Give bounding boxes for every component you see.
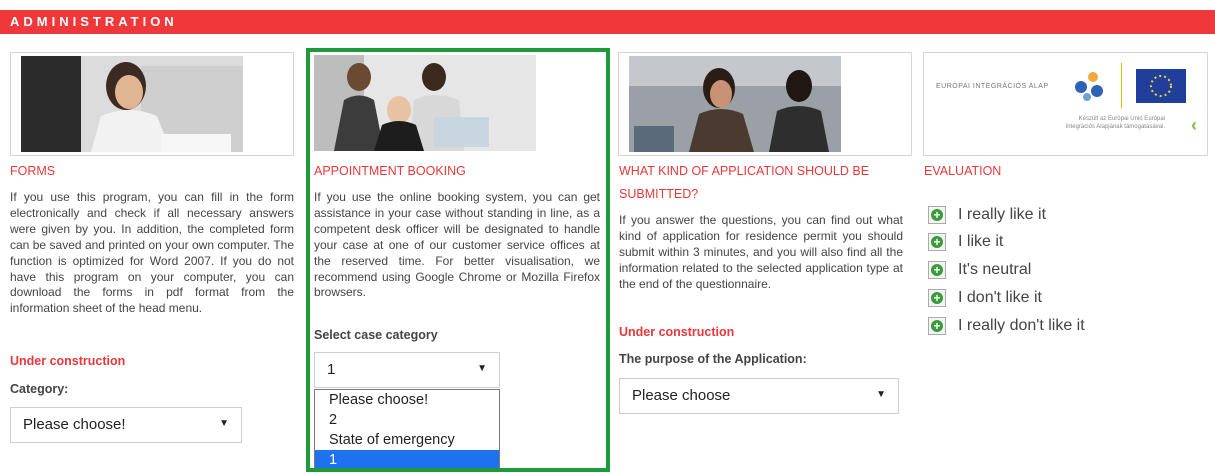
- purpose-select-value: Please choose: [632, 387, 731, 404]
- application-photo: [629, 56, 841, 152]
- booking-highlight-frame: [306, 48, 610, 472]
- application-image-box: [618, 52, 912, 156]
- chevron-down-icon: ▼: [876, 389, 886, 400]
- eu-logo-subtext: Készült az Európai Unió Európai Integrác…: [1066, 115, 1165, 131]
- eval-option-label: I like it: [958, 233, 1004, 250]
- forms-photo: [21, 56, 243, 152]
- application-heading: WHAT KIND OF APPLICATION SHOULD BE SUBMI…: [619, 160, 869, 206]
- category-select-value: Please choose!: [23, 416, 126, 433]
- category-select[interactable]: Please choose! ▼: [10, 407, 242, 443]
- purpose-label: The purpose of the Application:: [619, 352, 807, 366]
- plus-icon[interactable]: +: [928, 289, 946, 307]
- forms-heading: FORMS: [10, 164, 56, 178]
- eval-option-label: I really don't like it: [958, 317, 1085, 334]
- eval-option-label: It's neutral: [958, 261, 1032, 278]
- eval-option-like[interactable]: + I like it: [928, 232, 1003, 252]
- logo-divider: [1121, 63, 1122, 108]
- plus-icon[interactable]: +: [928, 206, 946, 224]
- forms-image-box: [10, 52, 294, 156]
- forms-description: If you use this program, you can fill in…: [10, 190, 294, 316]
- eval-option-really-dont-like[interactable]: + I really don't like it: [928, 316, 1085, 336]
- application-under-construction: Under construction: [619, 325, 735, 339]
- eu-logo-subtext-2: Integrációs Alapjának támogatásával.: [1065, 124, 1165, 130]
- forms-column: [10, 52, 294, 156]
- application-heading-line1: WHAT KIND OF APPLICATION SHOULD BE: [619, 164, 870, 178]
- application-heading-line2: SUBMITTED?: [619, 187, 699, 201]
- application-column: [618, 52, 912, 156]
- forms-under-construction: Under construction: [10, 354, 126, 368]
- evaluation-heading: EVALUATION: [924, 164, 1002, 178]
- eval-option-dont-like[interactable]: + I don't like it: [928, 288, 1042, 308]
- eu-logo-subtext-1: Készült az Európai Unió Európai: [1078, 116, 1165, 122]
- eu-flag-icon: [1136, 69, 1186, 103]
- purpose-select[interactable]: Please choose ▼: [619, 378, 899, 414]
- eval-option-label: I really like it: [958, 206, 1047, 223]
- eval-option-label: I don't like it: [958, 289, 1042, 306]
- integration-fund-logo: [1075, 72, 1103, 101]
- evaluation-column: EURÓPAI INTEGRÁCIÓS ALAP Készült az Euró…: [923, 52, 1208, 156]
- eval-option-neutral[interactable]: + It's neutral: [928, 260, 1031, 280]
- plus-icon[interactable]: +: [928, 317, 946, 335]
- eu-logo-text: EURÓPAI INTEGRÁCIÓS ALAP: [936, 83, 1049, 90]
- plus-icon[interactable]: +: [928, 261, 946, 279]
- eval-option-really-like[interactable]: + I really like it: [928, 205, 1046, 225]
- application-description: If you answer the questions, you can fin…: [619, 213, 903, 291]
- plus-icon[interactable]: +: [928, 233, 946, 251]
- chevron-down-icon: ▼: [219, 418, 229, 429]
- header-title: ADMINISTRATION: [10, 14, 178, 29]
- category-label: Category:: [10, 382, 69, 396]
- header-bar: ADMINISTRATION: [0, 10, 1215, 34]
- eu-logo-box: EURÓPAI INTEGRÁCIÓS ALAP Készült az Euró…: [923, 52, 1208, 156]
- chevron-left-icon: ‹: [1191, 115, 1197, 135]
